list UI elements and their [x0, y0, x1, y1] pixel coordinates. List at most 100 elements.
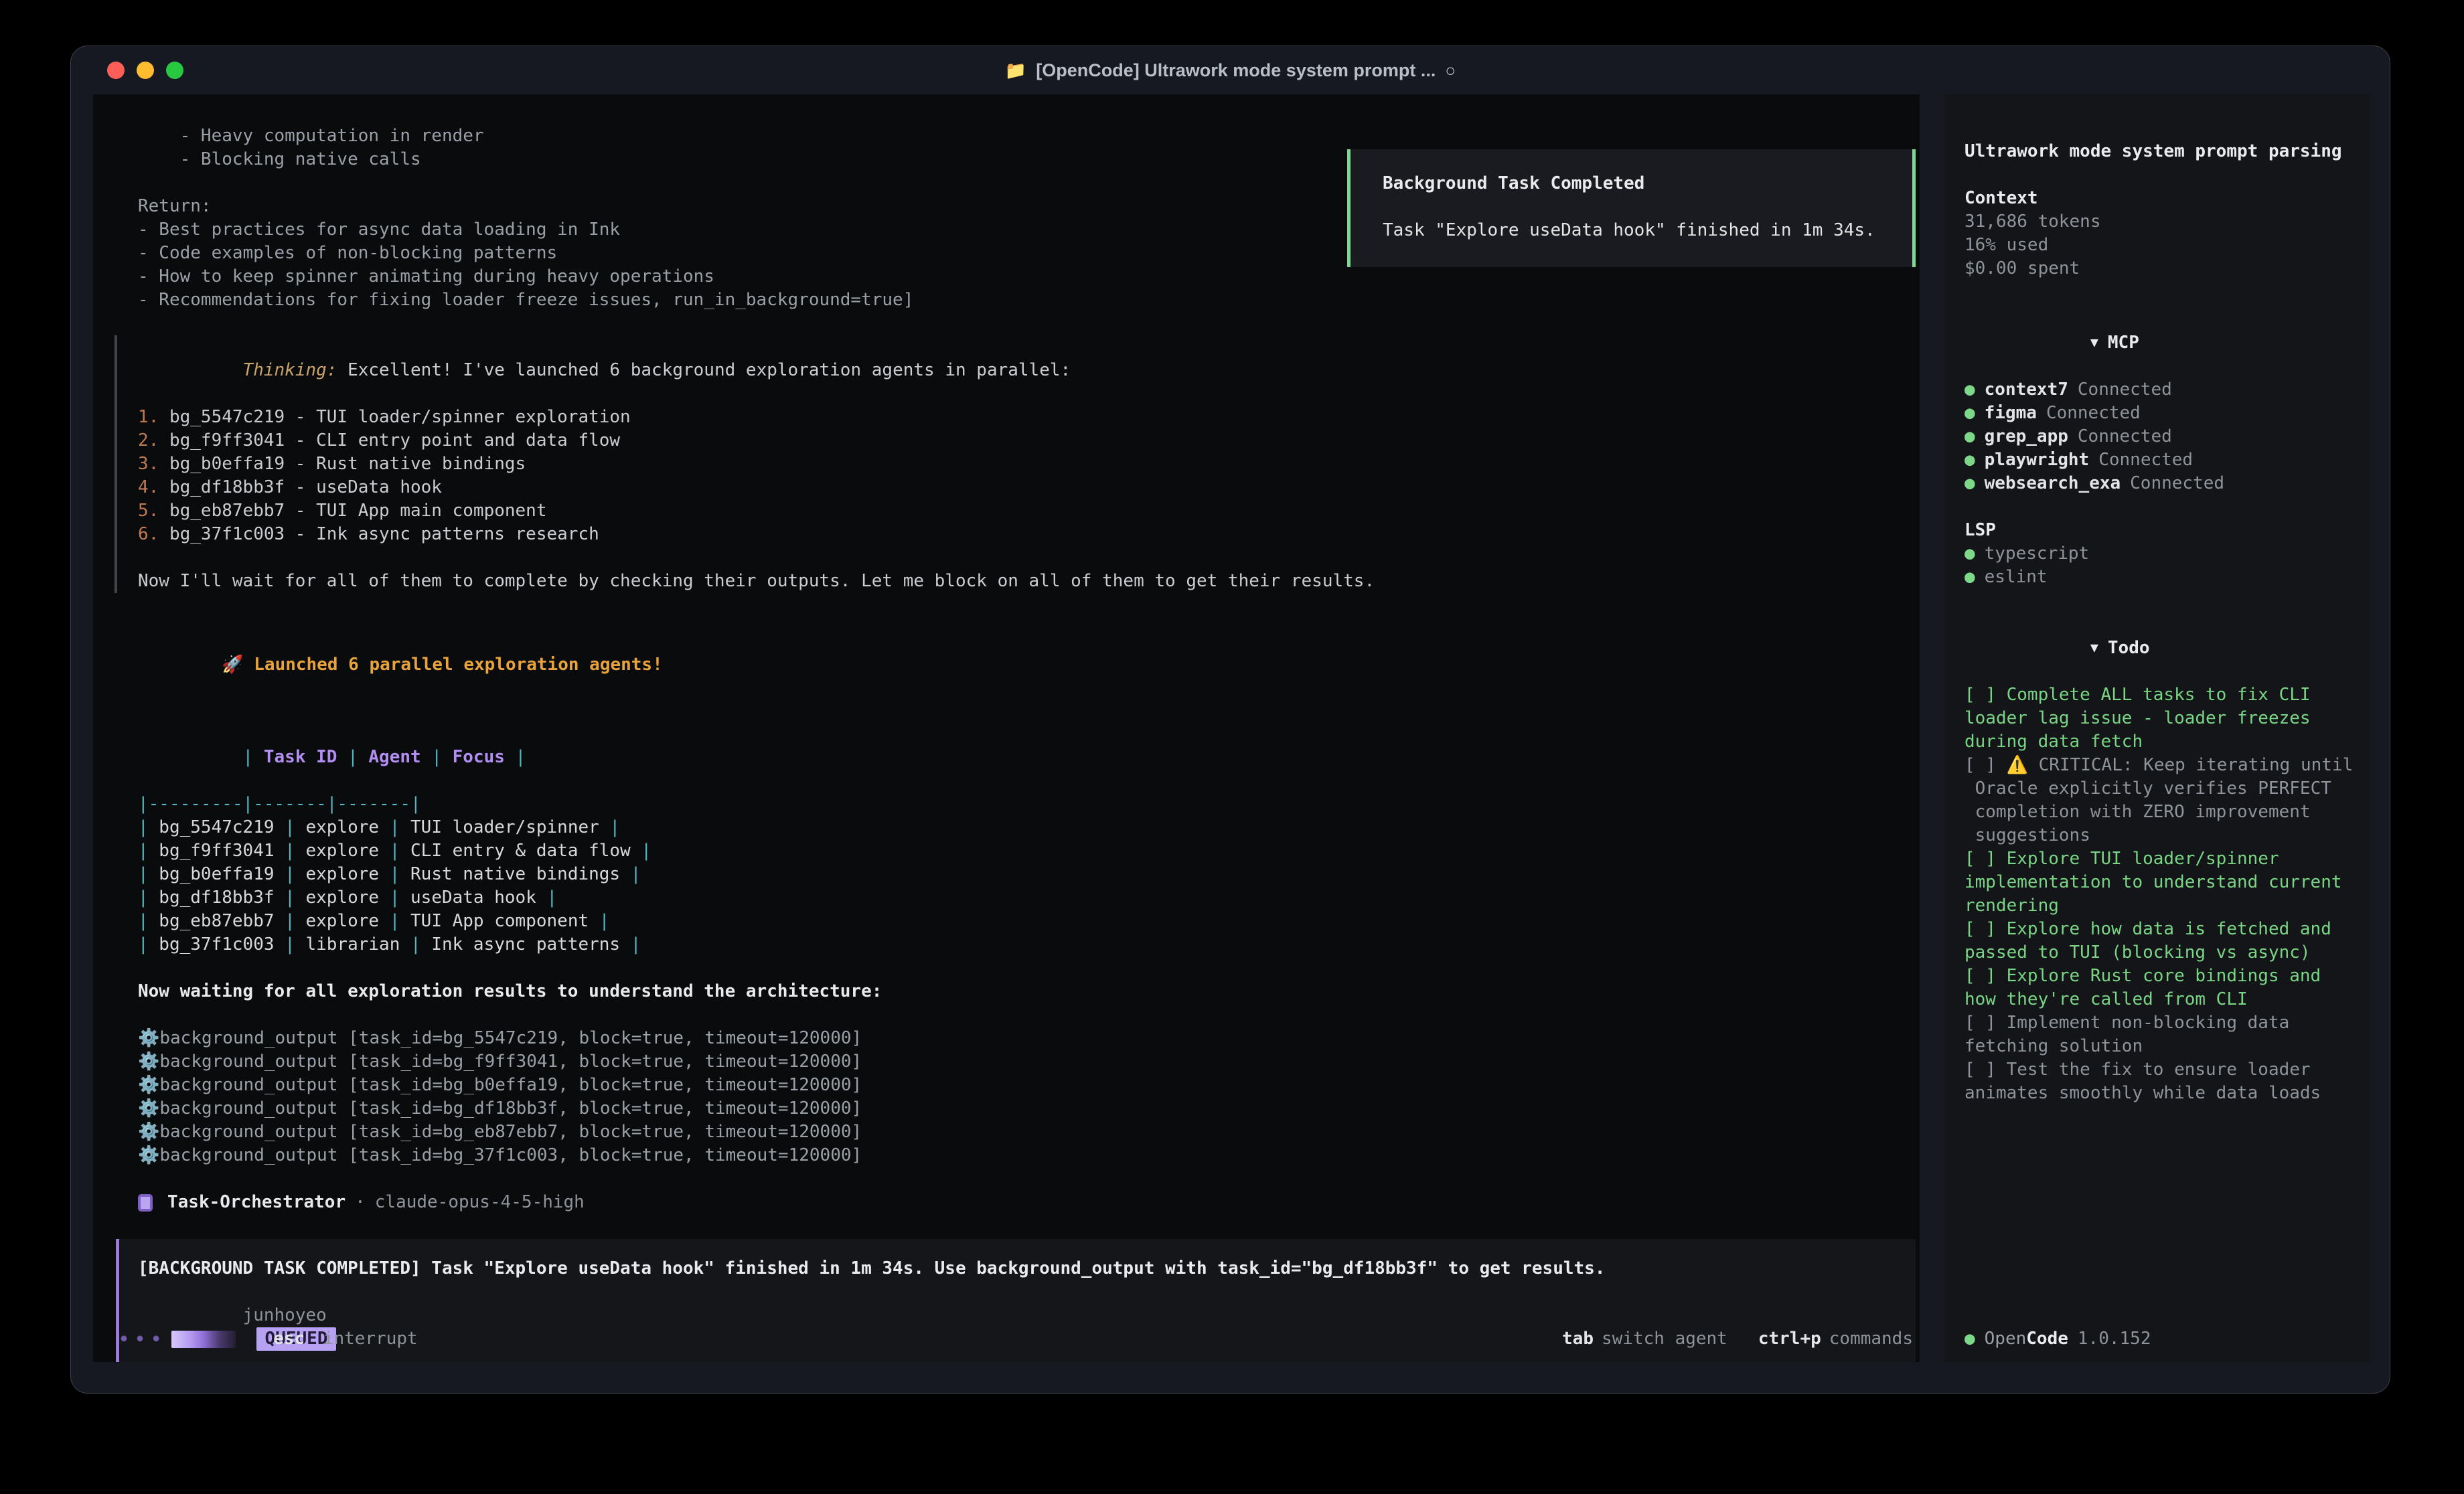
table-cell: bg_df18bb3f — [149, 888, 285, 908]
context-spent: $0.00 spent — [1965, 257, 2356, 280]
esc-key-hint: esc — [273, 1329, 305, 1349]
launch-banner-text: Launched 6 parallel exploration agents! — [244, 655, 663, 675]
window-title: 📁 [OpenCode] Ultrawork mode system promp… — [71, 46, 2390, 94]
ctrlp-key-hint: ctrl+p — [1758, 1327, 1821, 1351]
table-cell: bg_5547c219 — [149, 817, 285, 837]
separator-dot: · — [355, 1191, 366, 1214]
title-bar: 📁 [OpenCode] Ultrawork mode system promp… — [71, 46, 2390, 94]
list-number: 3. — [138, 454, 159, 474]
result-line: - Recommendations for fixing loader free… — [138, 288, 1920, 312]
thinking-item: bg_f9ff3041 - CLI entry point and data f… — [159, 430, 620, 450]
table-cell: TUI loader/spinner — [400, 817, 609, 837]
brand-name-light: Open — [1985, 1329, 2027, 1349]
table-header-cell: Focus — [442, 747, 516, 767]
status-dot-icon: ● — [1965, 426, 1975, 446]
list-number: 6. — [138, 524, 159, 544]
tool-call: ⚙️background_output [task_id=bg_df18bb3f… — [138, 1097, 1920, 1120]
todo-heading-row[interactable]: ▼ Todo — [1965, 612, 2356, 683]
mcp-item: ●figmaConnected — [1965, 402, 2356, 425]
table-cell: bg_b0effa19 — [149, 864, 285, 884]
todo-item: [ ] Explore Rust core bindings and how t… — [1965, 965, 2356, 1011]
list-number: 4. — [138, 477, 159, 497]
agent-square-icon — [138, 1194, 153, 1212]
launch-banner: 🚀 Launched 6 parallel exploration agents… — [138, 630, 1920, 700]
thinking-outro: Now I'll wait for all of them to complet… — [138, 570, 1920, 593]
gear-icon: ⚙️ — [138, 1098, 159, 1118]
table-cell: explore — [295, 888, 390, 908]
rocket-icon: 🚀 — [222, 655, 243, 675]
chevron-down-icon[interactable]: ▼ — [2090, 334, 2098, 350]
status-dot-icon: ● — [1965, 1329, 1975, 1349]
tool-call: ⚙️background_output [task_id=bg_eb87ebb7… — [138, 1120, 1920, 1144]
lsp-item: ●eslint — [1965, 566, 2356, 589]
status-dot-icon: ● — [1965, 380, 1975, 400]
table-cell: explore — [295, 841, 390, 861]
status-dot-icon: ● — [1965, 567, 1975, 587]
gear-icon: ⚙️ — [138, 1052, 159, 1072]
mcp-section: ▼MCP ●context7Connected ●figmaConnected … — [1965, 307, 2356, 495]
gear-icon: ⚙️ — [138, 1075, 159, 1095]
todo-heading: Todo — [2108, 638, 2150, 658]
thinking-item: bg_eb87ebb7 - TUI App main component — [159, 501, 546, 521]
app-version: 1.0.152 — [2078, 1329, 2151, 1349]
result-line: - Heavy computation in render — [138, 124, 1920, 148]
thinking-block: Thinking: Excellent! I've launched 6 bac… — [114, 335, 1920, 593]
tool-call: ⚙️background_output [task_id=bg_5547c219… — [138, 1027, 1920, 1050]
esc-key-label: interrupt — [323, 1329, 418, 1349]
context-heading: Context — [1965, 187, 2356, 210]
thinking-item: bg_df18bb3f - useData hook — [159, 477, 442, 497]
context-section: Context 31,686 tokens 16% used $0.00 spe… — [1965, 187, 2356, 280]
todo-item: [ ] Complete ALL tasks to fix CLI loader… — [1965, 683, 2356, 754]
list-number: 5. — [138, 501, 159, 521]
table-cell: CLI entry & data flow — [400, 841, 641, 861]
tab-key-label: switch agent — [1602, 1327, 1727, 1351]
mcp-item: ●websearch_exaConnected — [1965, 472, 2356, 495]
status-bar: ∙∙∙ esc interrupt tab switch agent ctrl+… — [118, 1327, 1913, 1351]
spinner-bar-icon — [171, 1331, 236, 1348]
table-header-cell: Task ID — [253, 747, 348, 767]
mcp-heading: MCP — [2108, 333, 2139, 353]
thinking-label: Thinking: — [243, 360, 337, 380]
toast-body: Task "Explore useData hook" finished in … — [1383, 219, 1912, 242]
mcp-item: ●grep_appConnected — [1965, 425, 2356, 448]
table-row: | bg_f9ff3041 | explore | CLI entry & da… — [138, 839, 1920, 863]
list-number: 1. — [138, 407, 159, 427]
waiting-line: Now waiting for all exploration results … — [138, 980, 1920, 1003]
list-number: 2. — [138, 430, 159, 450]
ctrlp-key-label: commands — [1829, 1327, 1913, 1351]
status-dot-icon: ● — [1965, 450, 1975, 470]
tool-call: ⚙️background_output [task_id=bg_b0effa19… — [138, 1074, 1920, 1097]
table-header-cell: Agent — [358, 747, 432, 767]
username: junhoyeo — [243, 1305, 327, 1325]
table-cell: explore — [295, 864, 390, 884]
transcript-pane: - Heavy computation in render - Blocking… — [93, 94, 1920, 1362]
context-tokens: 31,686 tokens — [1965, 210, 2356, 234]
sidebar: Ultrawork mode system prompt parsing Con… — [1944, 94, 2370, 1362]
completed-message: [BACKGROUND TASK COMPLETED] Task "Explor… — [138, 1257, 1916, 1280]
tool-call: ⚙️background_output [task_id=bg_37f1c003… — [138, 1144, 1920, 1167]
table-cell: librarian — [295, 934, 410, 954]
table-cell: bg_f9ff3041 — [149, 841, 285, 861]
tab-key-hint: tab — [1562, 1327, 1594, 1351]
table-row: | bg_37f1c003 | librarian | Ink async pa… — [138, 933, 1920, 957]
table-row: | bg_b0effa19 | explore | Rust native bi… — [138, 863, 1920, 886]
spinner-dots-icon: ∙∙∙ — [118, 1327, 166, 1351]
table-header-row: | Task ID | Agent | Focus | — [138, 722, 1920, 793]
thinking-item: bg_37f1c003 - Ink async patterns researc… — [159, 524, 599, 544]
brand-name-bold: Code — [2026, 1329, 2068, 1349]
lsp-heading: LSP — [1965, 519, 2356, 542]
thinking-intro: Excellent! I've launched 6 background ex… — [337, 360, 1071, 380]
mcp-item: ●playwrightConnected — [1965, 448, 2356, 472]
status-dot-icon: ● — [1965, 403, 1975, 423]
todo-item: [ ] Implement non-blocking data fetching… — [1965, 1011, 2356, 1058]
toast-title: Background Task Completed — [1383, 172, 1912, 195]
status-dot-icon: ● — [1965, 544, 1975, 564]
table-cell: useData hook — [400, 888, 546, 908]
table-separator-row: |---------|-------|-------| — [138, 793, 1920, 816]
folder-icon: 📁 — [1005, 60, 1026, 81]
todo-item: [ ] Test the fix to ensure loader animat… — [1965, 1058, 2356, 1105]
terminal-window: 📁 [OpenCode] Ultrawork mode system promp… — [70, 46, 2390, 1394]
mcp-heading-row[interactable]: ▼ MCP — [1965, 307, 2356, 378]
chevron-down-icon[interactable]: ▼ — [2090, 639, 2098, 655]
table-row: | bg_eb87ebb7 | explore | TUI App compon… — [138, 910, 1920, 933]
